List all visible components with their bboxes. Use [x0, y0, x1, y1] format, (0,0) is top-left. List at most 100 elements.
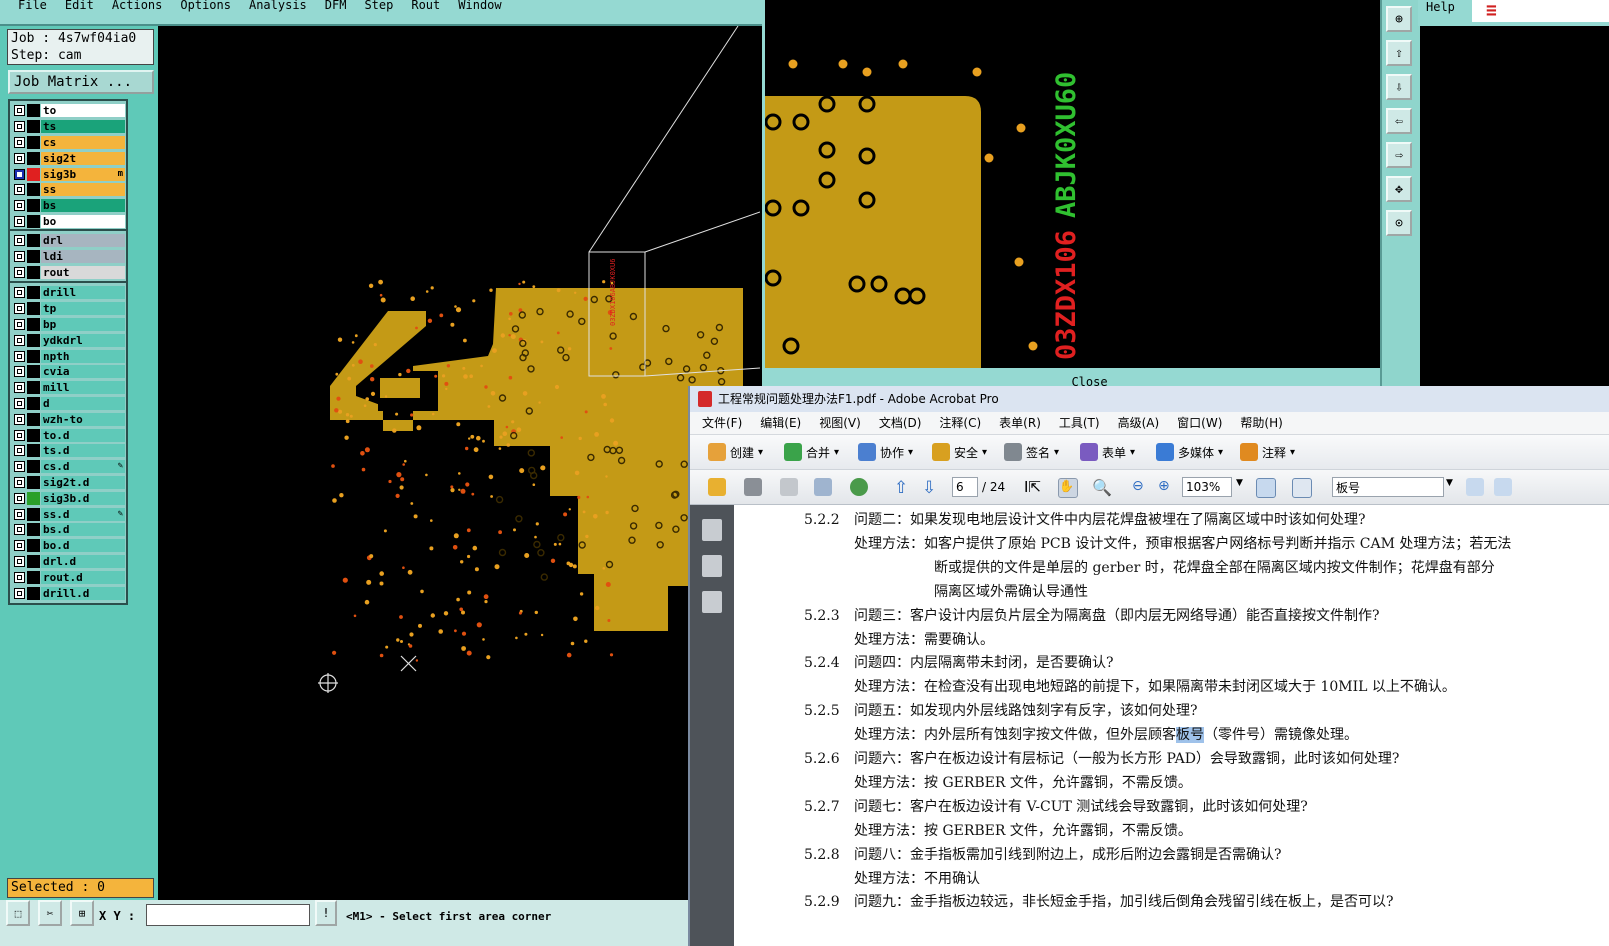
search-dropdown-icon[interactable]: ▼ — [1446, 478, 1453, 488]
fit-page-icon[interactable] — [1292, 478, 1312, 498]
layer-checkbox[interactable] — [14, 318, 25, 330]
acrobat-menu-item[interactable]: 帮助(H) — [1240, 416, 1282, 430]
xy-input[interactable] — [146, 904, 310, 926]
next-page-icon[interactable]: ⇩ — [922, 478, 936, 498]
layer-row[interactable]: ss.d ✎ — [11, 506, 125, 522]
zoom-dropdown-icon[interactable]: ▼ — [1236, 478, 1243, 488]
layer-checkbox[interactable] — [14, 476, 25, 488]
layer-row[interactable]: bo — [11, 214, 125, 230]
print-icon[interactable] — [744, 478, 762, 496]
layer-row[interactable]: drill.d — [11, 585, 125, 601]
cam-menu-window[interactable]: Window — [458, 0, 501, 12]
search-next-icon[interactable] — [1494, 478, 1512, 496]
cam-menu-options[interactable]: Options — [180, 0, 231, 12]
layer-row[interactable]: drill — [11, 285, 125, 301]
acrobat-menu-item[interactable]: 文档(D) — [879, 416, 922, 430]
email-icon[interactable] — [814, 478, 832, 496]
alert-icon[interactable]: ! — [315, 900, 337, 926]
layer-row[interactable]: npth — [11, 348, 125, 364]
cam-menu-step[interactable]: Step — [364, 0, 393, 12]
pan-right-icon[interactable]: ⇨ — [1386, 142, 1412, 168]
zoom-down-icon[interactable]: ⇩ — [1386, 74, 1412, 100]
layer-row[interactable]: drl — [11, 233, 125, 249]
layer-row[interactable]: bp — [11, 317, 125, 333]
pcb-canvas[interactable]: 03ZDX106ABJK0XU6 — [158, 26, 760, 900]
layer-checkbox[interactable] — [14, 266, 25, 278]
acrobat-menu-item[interactable]: 表单(R) — [999, 416, 1041, 430]
pdf-document-view[interactable]: 5.2.2 问题二：如果发现电地层设计文件中内层花焊盘被埋在了隔离区域中时该如何处… — [734, 505, 1609, 946]
acrobat-menu-item[interactable]: 注释(C) — [939, 416, 981, 430]
layer-row[interactable]: drl.d — [11, 554, 125, 570]
select-tool-icon[interactable]: ⬚ — [6, 900, 30, 926]
fit-view-icon[interactable]: ✥ — [1386, 176, 1412, 202]
layer-checkbox[interactable] — [14, 540, 25, 552]
layer-checkbox[interactable] — [14, 492, 25, 504]
layer-checkbox[interactable] — [14, 215, 25, 227]
zoom-in-icon[interactable]: ⊕ — [1386, 6, 1412, 32]
open-folder-icon[interactable] — [708, 478, 726, 496]
layer-row[interactable]: wzh-to — [11, 411, 125, 427]
toolbar-task-button[interactable]: 签名 ▾ — [1004, 443, 1059, 461]
hand-tool-icon[interactable]: ✋ — [1058, 478, 1078, 498]
layer-row[interactable]: rout.d — [11, 569, 125, 585]
layer-row[interactable]: sig3b.d — [11, 490, 125, 506]
layer-row[interactable]: sig3b m — [11, 166, 125, 182]
cam-menu-edit[interactable]: Edit — [65, 0, 94, 12]
layer-checkbox[interactable] — [14, 445, 25, 457]
zoom-up-icon[interactable]: ⇧ — [1386, 40, 1412, 66]
layer-checkbox[interactable] — [14, 303, 25, 315]
layer-checkbox[interactable] — [14, 121, 25, 133]
layer-checkbox[interactable] — [14, 235, 25, 247]
layer-row[interactable]: sig2t — [11, 150, 125, 166]
zoom-level-input[interactable] — [1182, 477, 1232, 497]
layer-checkbox[interactable] — [14, 461, 25, 473]
bookmarks-icon[interactable] — [702, 555, 722, 577]
layer-checkbox[interactable] — [14, 251, 25, 263]
select-text-icon[interactable]: I⇱ — [1024, 478, 1041, 496]
layer-checkbox[interactable] — [14, 366, 25, 378]
toolbar-task-button[interactable]: 创建 ▾ — [708, 443, 763, 461]
search-prev-icon[interactable] — [1466, 478, 1484, 496]
acrobat-menu-item[interactable]: 视图(V) — [819, 416, 861, 430]
layer-checkbox[interactable] — [14, 200, 25, 212]
layer-row[interactable]: tp — [11, 301, 125, 317]
toolbar-task-button[interactable]: 协作 ▾ — [858, 443, 913, 461]
layer-checkbox[interactable] — [14, 413, 25, 425]
layer-row[interactable]: cvia — [11, 364, 125, 380]
acrobat-menu-item[interactable]: 文件(F) — [702, 416, 742, 430]
cam-menu-actions[interactable]: Actions — [112, 0, 163, 12]
toolbar-task-button[interactable]: 多媒体 ▾ — [1156, 443, 1223, 461]
layer-row[interactable]: bs.d — [11, 522, 125, 538]
acrobat-menu-item[interactable]: 高级(A) — [1118, 416, 1160, 430]
zoom-tool-icon[interactable]: 🔍 — [1092, 478, 1112, 497]
save-icon[interactable] — [780, 478, 798, 496]
layer-row[interactable]: d — [11, 396, 125, 412]
search-input[interactable] — [1332, 477, 1444, 497]
toolbar-task-button[interactable]: 表单 ▾ — [1080, 443, 1135, 461]
layer-row[interactable]: ts.d — [11, 443, 125, 459]
layer-row[interactable]: ss — [11, 182, 125, 198]
cam-menu-dfm[interactable]: DFM — [325, 0, 347, 12]
layer-checkbox[interactable] — [14, 287, 25, 299]
layer-checkbox[interactable] — [14, 382, 25, 394]
acrobat-menu-item[interactable]: 编辑(E) — [760, 416, 801, 430]
layer-checkbox[interactable] — [14, 508, 25, 520]
layer-row[interactable]: mill — [11, 380, 125, 396]
toolbar-task-button[interactable]: 注释 ▾ — [1240, 443, 1295, 461]
cut-tool-icon[interactable]: ✂ — [38, 900, 62, 926]
layer-checkbox[interactable] — [14, 334, 25, 346]
layer-checkbox[interactable] — [14, 397, 25, 409]
layer-row[interactable]: bs — [11, 198, 125, 214]
prev-page-icon[interactable]: ⇧ — [894, 478, 908, 498]
layer-checkbox[interactable] — [14, 571, 25, 583]
layer-checkbox[interactable] — [14, 152, 25, 164]
layer-checkbox[interactable] — [14, 184, 25, 196]
layer-checkbox[interactable] — [14, 168, 25, 180]
center-view-icon[interactable]: ⊙ — [1386, 210, 1412, 236]
acrobat-menu-item[interactable]: 工具(T) — [1059, 416, 1100, 430]
fit-width-icon[interactable] — [1256, 478, 1276, 498]
help-menu[interactable]: Help — [1426, 0, 1455, 14]
layer-checkbox[interactable] — [14, 555, 25, 567]
cam-menu-file[interactable]: File — [18, 0, 47, 12]
zoom-view-panel[interactable]: 03ZDX106 ABJK0XU60 — [762, 0, 1385, 370]
